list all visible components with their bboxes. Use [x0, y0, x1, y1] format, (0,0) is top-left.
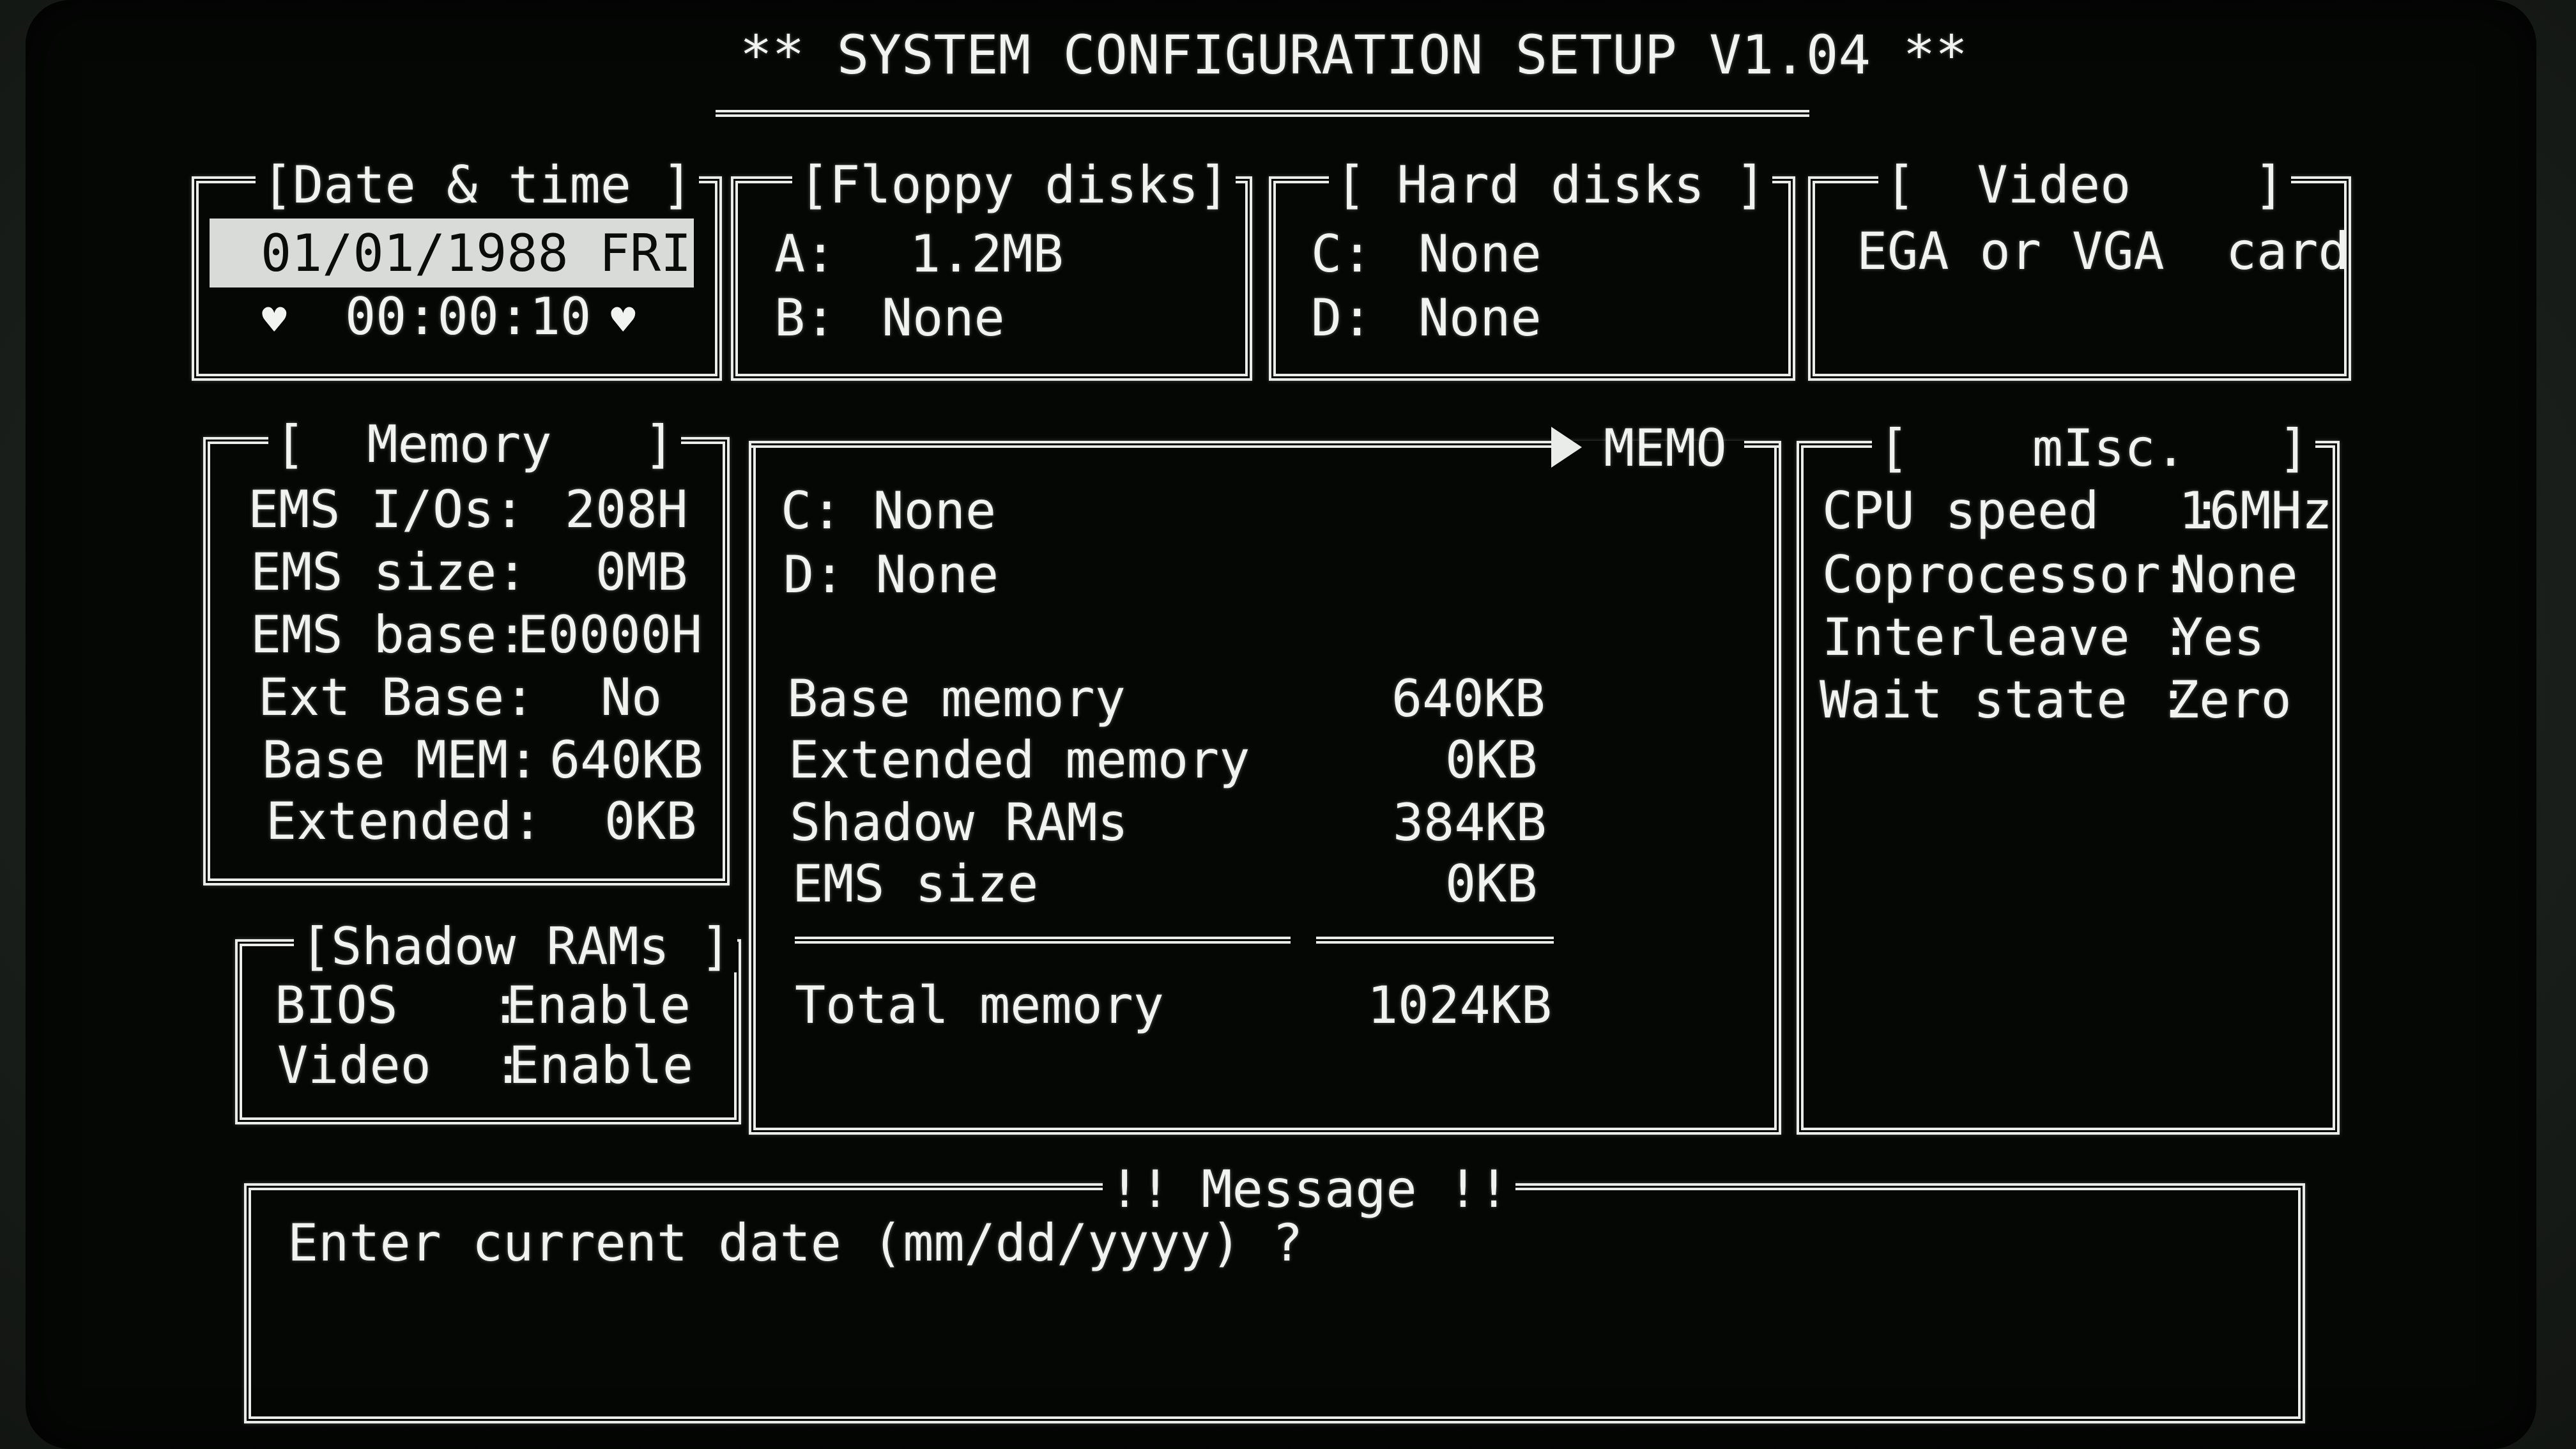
floppy-b-label: B: — [774, 288, 836, 348]
summary-ems-size-value: 0KB — [1445, 854, 1538, 914]
summary-divider-left — [795, 937, 1291, 944]
summary-total-label: Total memory — [795, 976, 1164, 1035]
extended-value[interactable]: 0KB — [604, 796, 697, 847]
ems-ios-label: EMS I/Os: — [248, 480, 525, 539]
date-field[interactable]: 01/01/1988 FRI — [210, 218, 694, 288]
video-card-value[interactable]: EGA or VGA card — [1857, 226, 2349, 277]
floppy-disks-legend: [Floppy disks] — [792, 160, 1236, 211]
memory-legend: [ Memory ] — [268, 419, 682, 470]
extended-label: Extended: — [266, 792, 543, 851]
summary-shadow-rams-value: 384KB — [1393, 793, 1547, 852]
summary-extended-memory-value: 0KB — [1445, 730, 1538, 790]
wait-state-value[interactable]: Zero — [2168, 675, 2292, 726]
summary-base-memory-value: 640KB — [1392, 669, 1545, 728]
summary-extended-memory-label: Extended memory — [788, 730, 1250, 790]
misc-legend: [ mIsc. ] — [1872, 423, 2316, 474]
shadow-video-value[interactable]: Enable — [509, 1040, 693, 1091]
hard-c-value[interactable]: None — [1418, 229, 1542, 280]
ext-base-value[interactable]: No — [601, 672, 662, 723]
floppy-a-label: A: — [774, 224, 836, 284]
base-mem-label: Base MEM: — [262, 730, 539, 790]
time-field[interactable]: 00:00:10 — [345, 291, 591, 342]
ems-base-value[interactable]: E0000H — [518, 610, 702, 661]
hard-d-value[interactable]: None — [1418, 293, 1542, 344]
shadow-bios-value[interactable]: Enable — [506, 980, 691, 1031]
message-legend: !! Message !! — [1103, 1164, 1516, 1215]
arrow-right-icon — [1551, 427, 1582, 468]
wait-state-label: Wait state : — [1820, 670, 2189, 730]
shadow-video-label: Video : — [277, 1036, 524, 1095]
interleave-value[interactable]: Yes — [2172, 612, 2265, 663]
summary-divider-right — [1316, 937, 1554, 944]
summary-drive-d: D: None — [783, 545, 999, 604]
floppy-b-value[interactable]: None — [882, 293, 1005, 344]
ems-ios-value[interactable]: 208H — [565, 484, 688, 535]
memo-legend: MEMO — [1604, 418, 1727, 478]
summary-drive-c: C: None — [781, 481, 997, 540]
shadow-rams-legend: [Shadow RAMs ] — [294, 921, 738, 972]
ems-size-label: EMS size: — [250, 542, 528, 602]
summary-top-rule — [749, 441, 1561, 448]
hard-d-label: D: — [1311, 288, 1373, 348]
ext-base-label: Ext Base: — [258, 668, 535, 727]
summary-shadow-rams-label: Shadow RAMs — [790, 793, 1128, 852]
ems-size-value[interactable]: 0MB — [595, 547, 688, 598]
title-underline — [716, 110, 1809, 117]
summary-total-value: 1024KB — [1367, 976, 1552, 1035]
coprocessor-value[interactable]: None — [2175, 549, 2298, 601]
cpu-speed-value[interactable]: 16MHz — [2179, 486, 2333, 537]
hard-disks-legend: [ Hard disks ] — [1329, 160, 1773, 211]
hard-c-label: C: — [1311, 224, 1373, 284]
interleave-label: Interleave : — [1822, 608, 2191, 667]
floppy-a-value[interactable]: 1.2MB — [910, 229, 1064, 280]
video-legend: [ Video ] — [1878, 160, 2292, 211]
shadow-bios-label: BIOS : — [275, 976, 521, 1035]
page-title: ** SYSTEM CONFIGURATION SETUP V1.04 ** — [740, 24, 1968, 86]
summary-ems-size-label: EMS size — [792, 854, 1039, 914]
heart-icon: ♥ — [262, 297, 287, 344]
date-time-legend: [Date & time ] — [256, 160, 700, 211]
heart-icon: ♥ — [611, 297, 636, 344]
ems-base-label: EMS base: — [250, 605, 528, 664]
summary-base-memory-label: Base memory — [787, 669, 1126, 728]
message-text: Enter current date (mm/dd/yyyy) ? — [288, 1213, 1303, 1273]
summary-top-rule-right — [1744, 441, 1781, 448]
cpu-speed-label: CPU speed : — [1822, 481, 2223, 540]
coprocessor-label: Coprocessor: — [1822, 545, 2191, 604]
base-mem-value[interactable]: 640KB — [549, 735, 703, 786]
